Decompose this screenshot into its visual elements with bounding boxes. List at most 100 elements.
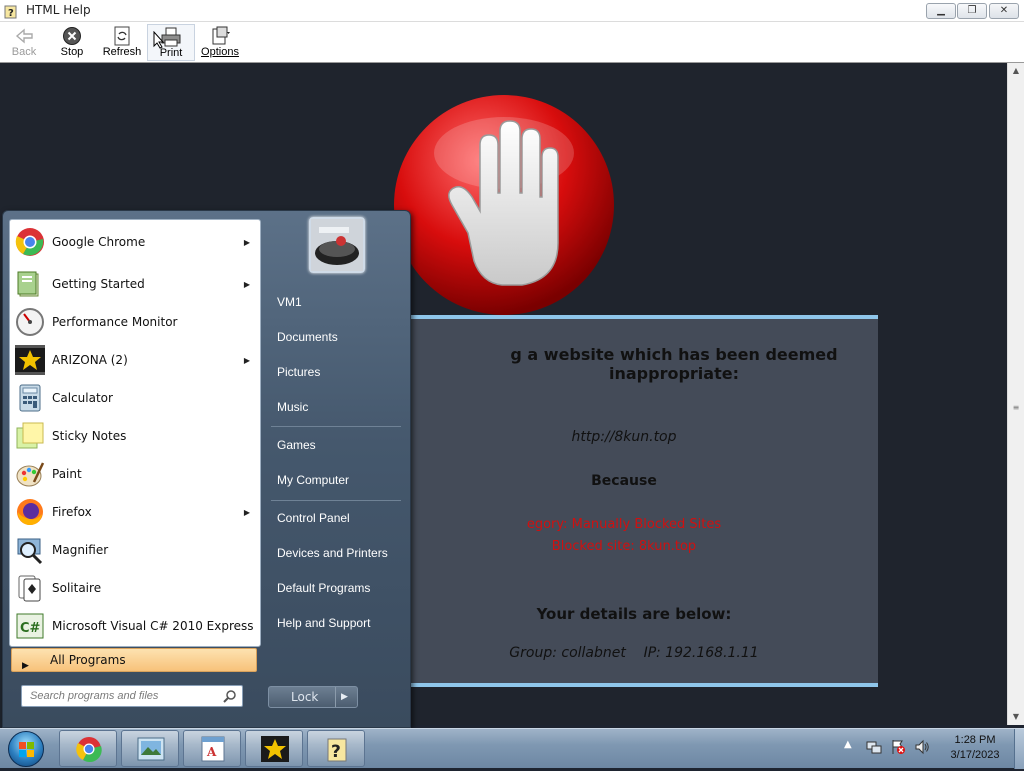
stop-label: Stop [60, 46, 84, 58]
program-label: Paint [52, 467, 82, 481]
visual-csharp-icon: C# [16, 613, 44, 639]
submenu-arrow-icon: ▶ [243, 355, 250, 365]
all-programs-label: All Programs [50, 653, 126, 667]
start-right-control-panel[interactable]: Control Panel [269, 503, 409, 533]
chrome-icon [15, 228, 44, 256]
taskbar-picture-viewer-button[interactable] [121, 730, 179, 767]
svg-text:?: ? [8, 8, 14, 19]
close-button[interactable]: ✕ [989, 3, 1019, 19]
start-right-documents[interactable]: Documents [269, 322, 409, 352]
start-search-input[interactable]: Search programs and files [21, 685, 243, 707]
start-right-devices-printers[interactable]: Devices and Printers [269, 538, 409, 568]
wordpad-icon: A [201, 736, 225, 762]
block-message-panel: g a website which has been deemed inappr… [370, 315, 878, 687]
programs-list: Google Chrome ▶ Getting Started ▶ Perfor… [9, 219, 261, 647]
program-calculator[interactable]: Calculator [12, 380, 258, 416]
program-google-chrome[interactable]: Google Chrome ▶ [12, 224, 258, 260]
network-icon[interactable] [866, 739, 882, 755]
restore-icon: ❐ [967, 5, 977, 16]
start-right-games[interactable]: Games [269, 430, 409, 460]
calculator-icon [19, 384, 41, 412]
mouse-cursor-icon [153, 31, 165, 49]
action-center-flag-icon[interactable] [890, 739, 906, 755]
show-hidden-icons-icon[interactable]: ▲ [844, 739, 852, 750]
group-ip-text: Group: collabnet IP: 192.168.1.11 [509, 645, 759, 661]
html-help-icon: ? [327, 738, 347, 762]
program-solitaire[interactable]: Solitaire [12, 570, 258, 606]
program-label: ARIZONA (2) [52, 353, 128, 367]
lock-button[interactable]: Lock ▶ [268, 686, 358, 708]
title-bar: ? HTML Help ▁ ❐ ✕ [0, 0, 1024, 22]
close-icon: ✕ [999, 5, 1009, 16]
stop-icon [63, 27, 81, 45]
lock-label: Lock [291, 690, 319, 704]
search-icon[interactable] [223, 689, 237, 703]
program-label: Sticky Notes [52, 429, 127, 443]
volume-icon[interactable] [914, 739, 930, 755]
start-right-music[interactable]: Music [269, 392, 409, 422]
taskbar-arizona-button[interactable] [245, 730, 303, 767]
svg-text:C#: C# [20, 621, 41, 636]
program-label: Microsoft Visual C# 2010 Express [52, 619, 254, 633]
restore-button[interactable]: ❐ [957, 3, 987, 19]
vertical-scrollbar[interactable]: ▲ ≡ ▼ [1007, 63, 1024, 725]
taskbar: A ? ▲ 1:28 PM 3/17/2023 [0, 728, 1024, 769]
program-firefox[interactable]: Firefox ▶ [12, 494, 258, 530]
solitaire-icon [18, 575, 41, 602]
arizona-star-icon [261, 736, 289, 762]
all-programs-button[interactable]: ▶ All Programs [11, 648, 257, 672]
expand-arrow-icon: ▶ [22, 661, 29, 671]
program-paint[interactable]: Paint [12, 456, 258, 492]
taskbar-clock[interactable]: 1:28 PM 3/17/2023 [940, 733, 1010, 763]
start-right-help-support[interactable]: Help and Support [269, 608, 409, 638]
program-label: Getting Started [52, 277, 145, 291]
scroll-grip-icon[interactable]: ≡ [1011, 403, 1021, 415]
back-button[interactable]: Back [0, 24, 48, 61]
start-right-separator [271, 500, 401, 501]
start-right-my-computer[interactable]: My Computer [269, 465, 409, 495]
program-label: Firefox [52, 505, 92, 519]
taskbar-html-help-button[interactable]: ? [307, 730, 365, 767]
program-visual-csharp[interactable]: C# Microsoft Visual C# 2010 Express [12, 608, 258, 644]
stop-button[interactable]: Stop [48, 24, 96, 61]
program-magnifier[interactable]: Magnifier [12, 532, 258, 568]
program-arizona[interactable]: ARIZONA (2) ▶ [12, 342, 258, 378]
because-label: Because [591, 473, 657, 489]
program-label: Calculator [52, 391, 113, 405]
blocked-url: http://8kun.top [571, 429, 677, 445]
program-performance-monitor[interactable]: Performance Monitor [12, 304, 258, 340]
block-category: egory: Manually Blocked Sites [526, 517, 722, 532]
minimize-icon: ▁ [937, 5, 945, 16]
program-label: Google Chrome [52, 235, 146, 249]
start-right-pictures[interactable]: Pictures [269, 357, 409, 387]
arizona-star-icon [15, 345, 45, 375]
taskbar-wordpad-button[interactable]: A [183, 730, 241, 767]
shutdown-options-arrow-icon[interactable]: ▶ [341, 687, 348, 707]
system-tray: ▲ [840, 735, 940, 763]
search-placeholder: Search programs and files [30, 690, 159, 702]
options-button[interactable]: Options [196, 24, 244, 61]
windows-logo-icon [19, 742, 34, 757]
submenu-arrow-icon: ▶ [243, 279, 250, 289]
user-picture-icon[interactable] [309, 217, 365, 273]
program-sticky-notes[interactable]: Sticky Notes [12, 418, 258, 454]
start-button[interactable] [8, 731, 44, 767]
magnifier-icon [17, 538, 43, 565]
scroll-up-icon[interactable]: ▲ [1008, 63, 1024, 79]
refresh-icon [114, 26, 130, 46]
show-desktop-button[interactable] [1014, 729, 1024, 769]
html-help-icon: ? [4, 5, 17, 19]
clock-date: 3/17/2023 [950, 749, 1000, 761]
minimize-button[interactable]: ▁ [926, 3, 956, 19]
taskbar-chrome-button[interactable] [59, 730, 117, 767]
window-title: HTML Help [26, 3, 91, 17]
refresh-button[interactable]: Refresh [98, 24, 146, 61]
blocked-site-text: Blocked site: 8kun.top [551, 539, 697, 554]
paint-icon [16, 462, 45, 487]
start-right-default-programs[interactable]: Default Programs [269, 573, 409, 603]
program-getting-started[interactable]: Getting Started ▶ [12, 266, 258, 302]
getting-started-icon [17, 271, 39, 297]
scroll-down-icon[interactable]: ▼ [1008, 709, 1024, 725]
start-right-vm1[interactable]: VM1 [269, 287, 409, 317]
details-heading: Your details are below: [536, 605, 732, 623]
